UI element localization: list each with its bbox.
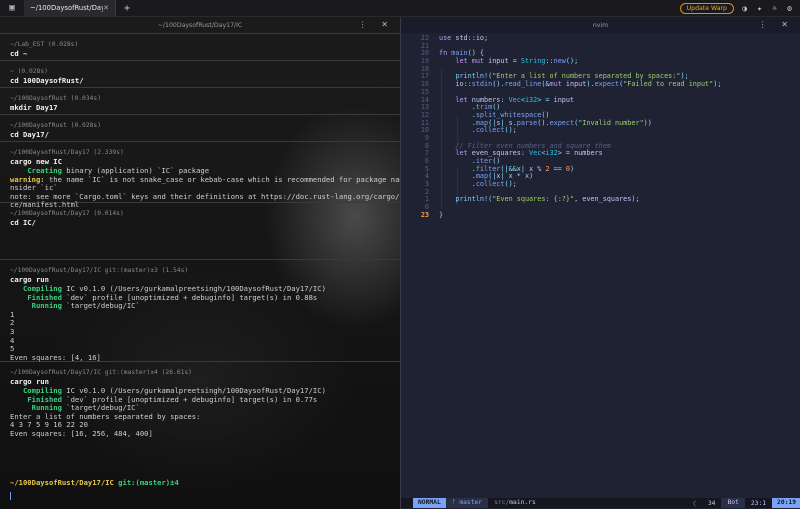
block-dir: ~/100DaysofRust (0.028s) (10, 122, 101, 129)
code-line: 10 .collect(); (420, 126, 517, 135)
command-block[interactable]: ~ (0.028s) cd 100DaysofRust/ (0, 60, 400, 87)
nvim-pane-title: nvim (592, 21, 609, 29)
output-line: Running `target/debug/IC` (31, 301, 140, 311)
block-dir: ~/100DaysofRust/Day17/IC git:(master)±4 … (10, 369, 192, 376)
block-command: cd Day17/ (10, 130, 49, 139)
input-cursor[interactable] (10, 492, 11, 500)
code-line: 0 (424, 203, 429, 212)
sidebar-toggle-icon[interactable]: ▣ (0, 0, 24, 17)
code-line: 22 use std::io; (420, 34, 489, 42)
command-block[interactable]: ~/100DaysofRust/Day17/IC git:(master)±4 … (0, 361, 400, 451)
terminal-pane-header: ~/100DaysofRust/Day17/IC ⋮ ✕ (0, 17, 400, 33)
block-dir: ~ (0.028s) (10, 68, 48, 75)
code-text: let mut input = String::new(); (455, 57, 579, 66)
code-line: 3 .collect(); (424, 180, 517, 189)
scroll-position: Bot (721, 498, 745, 508)
code-line: 16 io::stdin().read_line(&mut input).exp… (420, 80, 722, 89)
tab-close-icon[interactable]: ✕ (103, 4, 109, 12)
output-line: 4 (10, 335, 15, 345)
code-text: .collect(); (471, 126, 517, 135)
block-dir: ~/100DaysofRust/Day17 (2.339s) (10, 149, 124, 156)
block-command: mkdir Day17 (10, 103, 58, 112)
code-text: io::stdin().read_line(&mut input).expect… (455, 80, 722, 89)
code-line: 1 println!("Even squares: {:?}", even_sq… (424, 195, 640, 204)
output-line: Even squares: [16, 256, 484, 400] (10, 428, 153, 438)
new-tab-button[interactable]: + (120, 3, 134, 14)
command-block[interactable]: ~/100DaysofRust/Day17 (0.014s) cd IC/ (0, 202, 400, 259)
title-bar: ▣ ~/100DaysofRust/Day17/IC ✕ + Update Wa… (0, 0, 800, 17)
mode-indicator: NORMAL (413, 498, 446, 508)
output-line: 1 (10, 309, 15, 319)
nvim-pane[interactable]: nvim ⋮ ✕ 22 use std::io; 21 20 fn main() {… (400, 17, 800, 509)
output-line: 2 (10, 318, 15, 328)
terminal-pane-title: ~/100DaysofRust/Day17/IC (157, 21, 243, 29)
block-dir: ~/100DaysofRust/Day17/IC git:(master)±3 … (10, 267, 189, 274)
code-text: } (439, 210, 444, 219)
file-path: src/main.rs (494, 499, 536, 506)
shell-prompt: ~/100DaysofRust/Day17/IC git:(master)±4 (10, 478, 179, 487)
theme-icon[interactable]: ◑ (740, 4, 749, 13)
git-branch: ᚠ master (445, 498, 489, 508)
output-line: warning: the name `IC` is not snake_case… (10, 174, 400, 184)
code-line-current: 23} (420, 210, 444, 219)
pane-controls-icon[interactable]: ⋮ ✕ (759, 20, 794, 29)
clock: 20:19 (772, 498, 800, 508)
settings-gear-icon[interactable]: ⚙ (785, 4, 794, 13)
block-dir: ~/100DaysofRust/Day17 (0.014s) (10, 210, 124, 217)
terminal-pane[interactable]: ~/100DaysofRust/Day17/IC ⋮ ✕ ~/Lab_EST (… (0, 17, 400, 509)
chevron-left-icon: 〈 (689, 500, 696, 508)
block-dir: ~/Lab_EST (0.028s) (10, 41, 79, 48)
code-text: println!("Even squares: {:?}", even_squa… (455, 195, 640, 204)
command-block[interactable]: ~/Lab_EST (0.028s) cd ~ (0, 33, 400, 60)
lightbulb-icon[interactable]: ☼ (770, 4, 779, 13)
code-editor[interactable]: 22 use std::io; 21 20 fn main() { 19 let m… (401, 34, 800, 220)
command-block[interactable]: ~/100DaysofRust/Day17/IC git:(master)±3 … (0, 259, 400, 361)
code-text: .collect(); (471, 180, 517, 189)
column-count: 34 (707, 499, 716, 507)
cursor-position: 23:1 (750, 499, 767, 507)
block-command: cd ~ (10, 49, 28, 58)
nvim-pane-header: nvim ⋮ ✕ (401, 17, 800, 33)
pane-controls-icon[interactable]: ⋮ ✕ (359, 20, 394, 29)
block-command: cd IC/ (10, 218, 36, 227)
block-dir: ~/100DaysofRust (0.034s) (10, 95, 101, 102)
tab-label: ~/100DaysofRust/Day17/IC (30, 4, 104, 12)
block-command: cd 100DaysofRust/ (10, 76, 84, 85)
tab-active[interactable]: ~/100DaysofRust/Day17/IC ✕ (24, 0, 116, 17)
code-text: use std::io; (439, 34, 489, 42)
command-block[interactable]: ~/100DaysofRust (0.034s) mkdir Day17 (0, 87, 400, 114)
code-line: 19 let mut input = String::new(); (420, 57, 579, 66)
output-line: 3 (10, 326, 15, 336)
ai-sparkle-icon[interactable]: ✦ (755, 4, 764, 13)
command-block[interactable]: ~/100DaysofRust/Day17 (2.339s) cargo new… (0, 141, 400, 209)
nvim-statusline: NORMAL ᚠ master src/main.rs 〈 34 Bot 23:… (401, 498, 800, 508)
command-block[interactable]: ~/100DaysofRust (0.028s) cd Day17/ (0, 114, 400, 141)
update-warp-button[interactable]: Update Warp (679, 2, 734, 14)
